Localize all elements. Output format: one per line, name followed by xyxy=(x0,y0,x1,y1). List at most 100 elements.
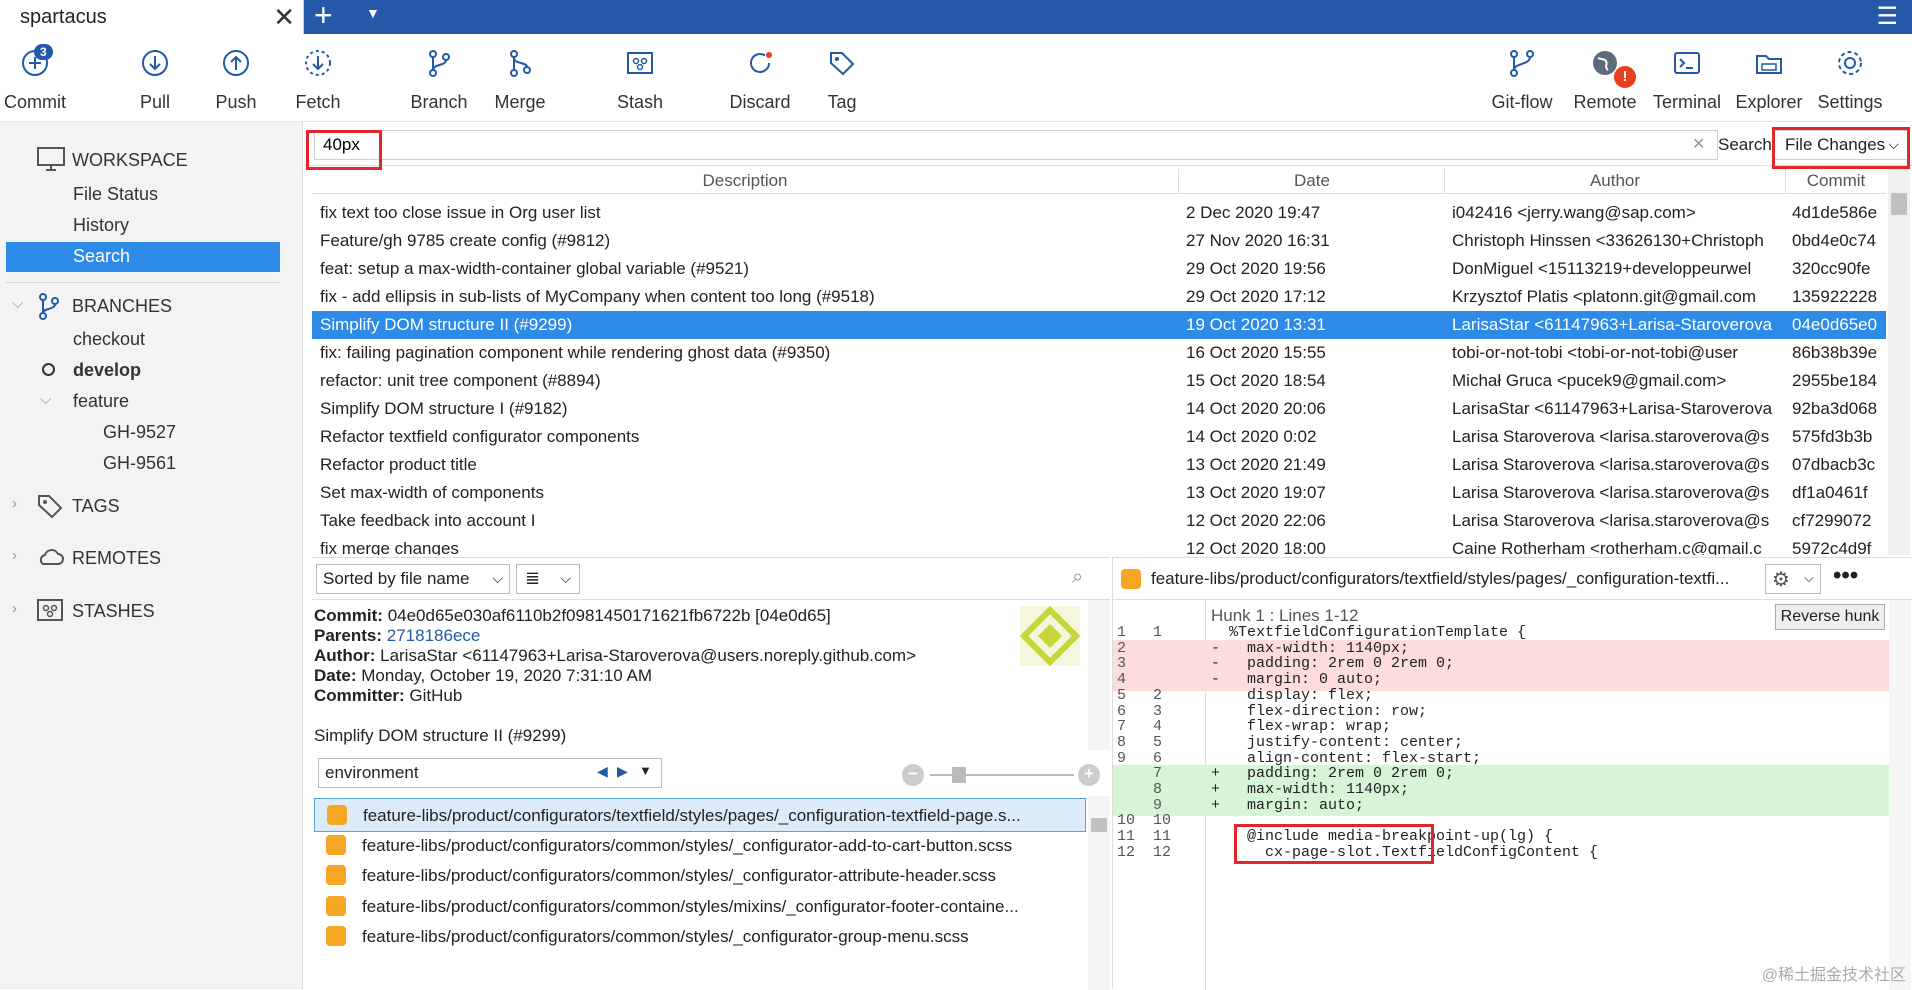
sidebar-item-history[interactable]: History xyxy=(0,211,303,241)
diff-scrollbar[interactable] xyxy=(1889,600,1911,990)
workspace-header[interactable]: WORKSPACE xyxy=(0,142,303,178)
new-tab-icon[interactable]: + xyxy=(314,0,333,34)
next-arrow-icon[interactable]: ▶ xyxy=(617,763,628,780)
watermark: @稀土掘金技术社区 xyxy=(1762,961,1906,985)
changed-file-item[interactable]: feature-libs/product/configurators/commo… xyxy=(314,829,1086,863)
branch-gh-9561[interactable]: GH-9561 xyxy=(0,449,303,479)
stash-button[interactable]: Stash xyxy=(595,34,685,122)
column-commit[interactable]: Commit xyxy=(1786,171,1886,191)
changed-file-item[interactable]: feature-libs/product/configurators/commo… xyxy=(314,920,1086,954)
fetch-button[interactable]: Fetch xyxy=(273,34,363,122)
commit-description: Take feedback into account I xyxy=(320,511,1170,531)
explorer-button[interactable]: Explorer xyxy=(1724,34,1814,122)
column-author[interactable]: Author xyxy=(1446,171,1784,191)
branch-button[interactable]: Branch xyxy=(394,34,484,122)
commit-row[interactable]: Refactor textfield configurator componen… xyxy=(312,423,1886,451)
gitflow-button[interactable]: Git-flow xyxy=(1477,34,1567,122)
commit-row[interactable]: Take feedback into account I12 Oct 2020 … xyxy=(312,507,1886,535)
scrollbar-thumb[interactable] xyxy=(1891,193,1907,215)
tag-icon xyxy=(827,48,857,78)
changed-file-item[interactable]: feature-libs/product/configurators/commo… xyxy=(314,859,1086,893)
tags-header[interactable]: › TAGS xyxy=(0,488,303,524)
details-scrollbar[interactable] xyxy=(1088,600,1110,750)
commit-row[interactable]: Set max-width of components13 Oct 2020 1… xyxy=(312,479,1886,507)
modified-file-icon xyxy=(326,926,346,946)
chevron-down-icon: ⌵ xyxy=(40,391,51,408)
discard-icon xyxy=(745,48,775,78)
commit-description: fix text too close issue in Org user lis… xyxy=(320,203,1170,223)
tab-dropdown-icon[interactable]: ▼ xyxy=(366,5,380,21)
commit-row[interactable]: Feature/gh 9785 create config (#9812)27 … xyxy=(312,227,1886,255)
sidebar-item-file-status[interactable]: File Status xyxy=(0,180,303,210)
zoom-in-icon[interactable]: + xyxy=(1078,764,1100,786)
dropdown-arrow-icon[interactable]: ▼ xyxy=(639,763,652,778)
branch-develop[interactable]: develop xyxy=(0,356,303,386)
merge-button[interactable]: Merge xyxy=(475,34,565,122)
slider-thumb[interactable] xyxy=(952,767,966,783)
sort-select[interactable]: Sorted by file name⌵ xyxy=(316,564,510,594)
commit-button[interactable]: 3 Commit xyxy=(0,34,80,122)
search-icon[interactable]: ⌕ xyxy=(1072,566,1083,589)
gear-icon xyxy=(1835,48,1865,78)
tag-button[interactable]: Tag xyxy=(797,34,887,122)
branches-header[interactable]: ⌵ BRANCHES xyxy=(0,288,303,324)
diff-file-path: feature-libs/product/configurators/textf… xyxy=(1151,569,1751,589)
tag-label: Tag xyxy=(797,92,887,113)
view-mode-select[interactable]: ≣⌵ xyxy=(516,564,580,594)
repo-tab[interactable]: spartacus ✕ xyxy=(0,0,304,34)
pull-button[interactable]: Pull xyxy=(110,34,200,122)
commit-row[interactable]: fix - add ellipsis in sub-lists of MyCom… xyxy=(312,283,1886,311)
commit-row[interactable]: fix merge changes12 Oct 2020 18:00Caine … xyxy=(312,535,1886,555)
remotes-header[interactable]: › REMOTES xyxy=(0,540,303,576)
settings-button[interactable]: Settings xyxy=(1805,34,1895,122)
search-input[interactable] xyxy=(314,130,1718,160)
author-value: LarisaStar <61147963+Larisa-Staroverova@… xyxy=(380,646,916,665)
column-description[interactable]: Description xyxy=(312,171,1178,191)
repo-tab-title: spartacus xyxy=(20,6,107,29)
terminal-button[interactable]: Terminal xyxy=(1642,34,1732,122)
prev-arrow-icon[interactable]: ◀ xyxy=(597,763,608,780)
commit-row[interactable]: Refactor product title13 Oct 2020 21:49L… xyxy=(312,451,1886,479)
commit-row[interactable]: fix text too close issue in Org user lis… xyxy=(312,199,1886,227)
commit-row[interactable]: Simplify DOM structure II (#9299)19 Oct … xyxy=(312,311,1886,339)
branch-checkout[interactable]: checkout xyxy=(0,325,303,355)
remotes-label: REMOTES xyxy=(72,548,161,569)
commit-author: Larisa Staroverova <larisa.staroverova@s xyxy=(1452,511,1777,531)
diff-header: feature-libs/product/configurators/textf… xyxy=(1113,558,1912,600)
files-scrollbar[interactable] xyxy=(1088,796,1110,990)
changed-file-item[interactable]: feature-libs/product/configurators/commo… xyxy=(314,890,1086,924)
commit-row[interactable]: feat: setup a max-width-container global… xyxy=(312,255,1886,283)
column-date[interactable]: Date xyxy=(1178,171,1446,191)
hamburger-menu-icon[interactable]: ☰ xyxy=(1876,2,1898,31)
environment-select[interactable]: environment ◀ ▶ ▼ xyxy=(318,758,662,788)
commit-date: 29 Oct 2020 17:12 xyxy=(1186,287,1436,307)
zoom-out-icon[interactable]: − xyxy=(902,764,924,786)
commit-row[interactable]: refactor: unit tree component (#8894)15 … xyxy=(312,367,1886,395)
diff-options-button[interactable]: ⚙ ⌵ xyxy=(1765,564,1821,594)
clear-search-icon[interactable]: ✕ xyxy=(1692,134,1705,154)
sidebar-item-search[interactable]: Search xyxy=(6,242,280,272)
more-options-icon[interactable]: ••• xyxy=(1833,562,1858,590)
stashes-label: STASHES xyxy=(72,601,155,622)
commit-row[interactable]: fix: failing pagination component while … xyxy=(312,339,1886,367)
zoom-slider[interactable]: − + xyxy=(902,764,1102,784)
push-button[interactable]: Push xyxy=(191,34,281,122)
commit-hash-value: 04e0d65e030af6110b2f0981450171621fb6722b… xyxy=(388,606,831,625)
commit-list-scrollbar[interactable] xyxy=(1888,169,1910,555)
sidebar: WORKSPACE File Status History Search ⌵ B… xyxy=(0,122,303,989)
stashes-header[interactable]: › STASHES xyxy=(0,593,303,629)
diff-line[interactable]: 1212 cx-page-slot.TextfieldConfigContent… xyxy=(1113,844,1889,864)
remote-button[interactable]: ! Remote xyxy=(1560,34,1650,122)
parent-link[interactable]: 2718186ece xyxy=(387,626,481,645)
commit-row[interactable]: Simplify DOM structure I (#9182)14 Oct 2… xyxy=(312,395,1886,423)
discard-button[interactable]: Discard xyxy=(715,34,805,122)
close-tab-icon[interactable]: ✕ xyxy=(273,2,295,33)
scrollbar-thumb[interactable] xyxy=(1091,818,1107,832)
commit-description: Set max-width of components xyxy=(320,483,1170,503)
changed-file-item[interactable]: feature-libs/product/configurators/textf… xyxy=(314,798,1086,832)
commit-details-pane: Sorted by file name⌵ ≣⌵ ⌕ Commit: 04e0d6… xyxy=(312,557,1110,989)
branch-gh-9527[interactable]: GH-9527 xyxy=(0,418,303,448)
commit-hash: 2955be184 xyxy=(1792,371,1886,391)
commit-author: Christoph Hinssen <33626130+Christoph xyxy=(1452,231,1777,251)
branch-folder-feature[interactable]: ⌵ feature xyxy=(0,387,303,417)
